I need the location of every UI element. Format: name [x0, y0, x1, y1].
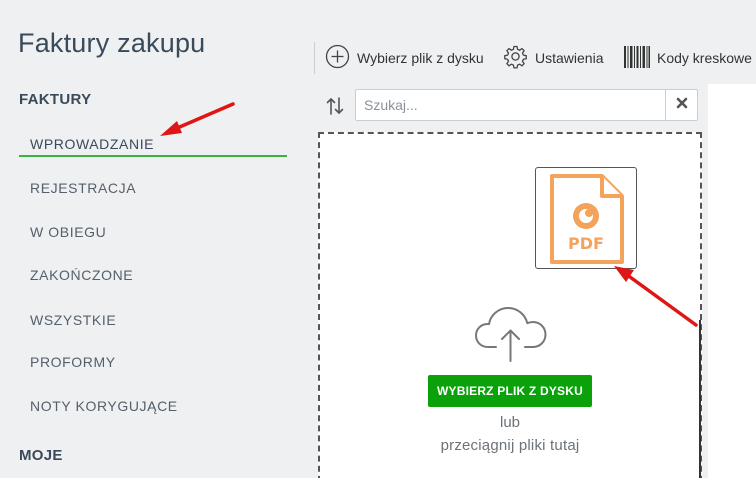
- sidebar-item-rejestracja[interactable]: REJESTRACJA: [30, 180, 136, 196]
- sidebar-item-proformy[interactable]: PROFORMY: [30, 354, 116, 370]
- section-header-faktury[interactable]: FAKTURY: [19, 91, 91, 108]
- barcodes-button[interactable]: Kody kreskowe: [624, 44, 752, 72]
- barcode-icon: [624, 45, 657, 71]
- plus-circle-icon: [325, 44, 357, 72]
- scrollbar[interactable]: [699, 320, 701, 478]
- pdf-badge-label: PDF: [568, 234, 604, 253]
- sidebar-item-wszystkie[interactable]: WSZYSTKIE: [30, 312, 116, 328]
- toolbar-separator: [314, 42, 315, 74]
- sidebar-item-w-obiegu[interactable]: W OBIEGU: [30, 224, 106, 240]
- pick-file-toolbar-button[interactable]: Wybierz plik z dysku: [325, 44, 484, 72]
- refresh-icon: [322, 97, 348, 123]
- search-clear-button[interactable]: [665, 90, 697, 120]
- close-icon: [676, 96, 688, 114]
- gear-icon: [503, 44, 535, 72]
- sidebar-item-noty-korygujace[interactable]: NOTY KORYGUJĄCE: [30, 398, 178, 414]
- preview-panel: [708, 84, 756, 478]
- cloud-upload-icon: [474, 305, 548, 368]
- uploaded-file-thumbnail[interactable]: PDF: [535, 167, 637, 269]
- sidebar: Faktury zakupu FAKTURY WPROWADZANIE REJE…: [0, 0, 312, 478]
- refresh-button[interactable]: [322, 93, 348, 119]
- pick-file-button[interactable]: WYBIERZ PLIK Z DYSKU: [428, 375, 592, 407]
- search-box: [355, 89, 698, 121]
- drag-files-text: przeciągnij pliki tutaj: [440, 437, 580, 454]
- or-text: lub: [499, 414, 521, 431]
- settings-button[interactable]: Ustawienia: [503, 44, 603, 72]
- sidebar-item-zakonczone[interactable]: ZAKOŃCZONE: [30, 267, 133, 283]
- pdf-file-icon: [548, 173, 626, 270]
- pick-file-toolbar-label: Wybierz plik z dysku: [357, 50, 484, 66]
- settings-label: Ustawienia: [535, 50, 604, 66]
- active-tab-underline: [19, 155, 287, 157]
- page-title: Faktury zakupu: [18, 28, 206, 58]
- sidebar-item-wprowadzanie[interactable]: WPROWADZANIE: [30, 136, 154, 152]
- search-input[interactable]: [356, 90, 666, 120]
- barcodes-label: Kody kreskowe: [657, 50, 752, 66]
- section-header-moje[interactable]: MOJE: [19, 447, 63, 464]
